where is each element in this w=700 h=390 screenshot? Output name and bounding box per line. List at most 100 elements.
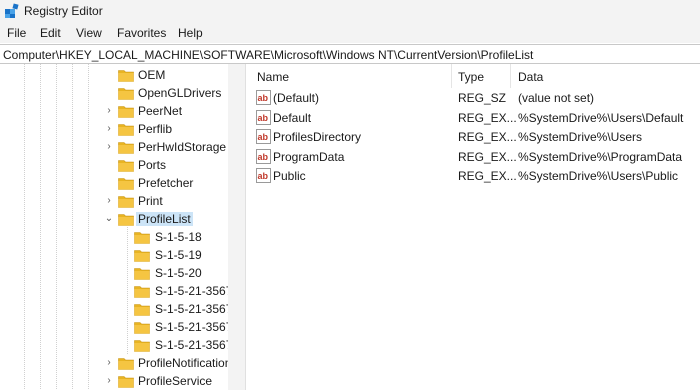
string-value-icon: ab [256,109,271,125]
tree-item[interactable]: S-1-5-21-3567 [0,319,228,337]
chevron-right-icon[interactable]: › [104,104,114,118]
tree-item[interactable]: › ProfileService [0,373,228,390]
tree-item-label: S-1-5-19 [155,248,202,262]
folder-icon [118,178,134,190]
tree-item[interactable]: › Perflib [0,121,228,139]
tree-item-label: S-1-5-18 [155,230,202,244]
string-value-icon: ab [256,90,271,105]
folder-icon [118,142,134,154]
tree-item[interactable]: S-1-5-21-3567 [0,337,228,355]
value-name: ProfilesDirectory [273,130,362,144]
tree-item-label: S-1-5-20 [155,266,202,280]
address-bar[interactable]: Computer\HKEY_LOCAL_MACHINE\SOFTWARE\Mic… [0,44,700,64]
value-row[interactable]: ab Default REG_EX... %SystemDrive%\Users\De… [250,108,700,128]
folder-icon [134,322,150,334]
folder-icon [118,196,134,208]
value-row[interactable]: ab Public REG_EX... %SystemDrive%\Users\Pub… [250,166,700,186]
chevron-right-icon[interactable]: › [104,374,114,388]
tree-item[interactable]: Prefetcher [0,175,228,193]
svg-text:ab: ab [258,93,269,103]
title-bar: Registry Editor [0,0,700,24]
tree-item[interactable]: OpenGLDrivers [0,85,228,103]
menu-edit[interactable]: Edit [40,26,61,40]
column-header-data[interactable]: Data [518,70,543,84]
folder-icon [134,232,150,244]
svg-text:ab: ab [258,132,269,142]
tree-item-label: PeerNet [138,104,183,118]
folder-icon [134,340,150,352]
folder-icon [134,286,150,298]
tree-item[interactable]: Ports [0,157,228,175]
string-value-icon: ab [256,129,271,144]
tree-item[interactable]: OEM [0,67,228,85]
string-value-icon: ab [256,168,271,183]
tree-item[interactable]: S-1-5-18 [0,229,228,247]
value-data: %SystemDrive%\Users\Public [518,169,679,183]
tree-item-label: PerHwIdStorage [138,140,227,154]
folder-icon [118,160,134,172]
chevron-right-icon[interactable]: › [104,122,114,136]
value-data: %SystemDrive%\Users\Default [518,110,684,125]
folder-icon [118,88,134,100]
window-title: Registry Editor [24,4,103,18]
folder-icon [118,124,134,136]
string-value-icon: ab [256,148,271,164]
value-data: (value not set) [518,91,595,105]
tree-item-label: OEM [138,68,166,82]
chevron-right-icon[interactable]: › [104,194,114,208]
column-header-name[interactable]: Name [257,70,289,84]
tree-item[interactable]: › ProfileNotification [0,355,228,373]
tree-item-label: ProfileService [138,374,213,388]
tree-item[interactable]: ⌄ ProfileList [0,211,228,229]
value-data: %SystemDrive%\Users [518,130,643,144]
column-divider[interactable] [510,64,511,88]
column-divider[interactable] [451,64,452,88]
svg-text:ab: ab [258,113,269,123]
value-name: Public [273,169,306,183]
value-row[interactable]: ab (Default) REG_SZ (value not set) [250,88,700,108]
chevron-right-icon[interactable]: › [104,140,114,154]
value-name: Default [273,110,312,125]
value-name: (Default) [273,91,320,105]
value-type: REG_EX... [458,110,517,125]
registry-editor-icon [5,3,19,18]
tree-item-label: Print [138,194,163,208]
folder-icon [134,250,150,262]
tree-item[interactable]: S-1-5-21-3567 [0,283,228,301]
tree-item[interactable]: › Print [0,193,228,211]
folder-icon [118,358,134,370]
menu-favorites[interactable]: Favorites [117,26,166,40]
value-row[interactable]: ab ProgramData REG_EX... %SystemDrive%\Prog… [250,147,700,167]
svg-text:ab: ab [258,152,269,162]
column-header-type[interactable]: Type [458,70,484,84]
tree-item-label: S-1-5-21-3567 [155,284,228,298]
key-tree[interactable]: OEM OpenGLDrivers › PeerNet › Perflib › PerHwId… [0,64,228,390]
tree-item-label: S-1-5-21-3567 [155,338,228,352]
folder-icon [134,268,150,280]
tree-item-label: OpenGLDrivers [138,86,222,100]
tree-item[interactable]: › PerHwIdStorage [0,139,228,157]
tree-item-label: S-1-5-21-3567 [155,302,228,316]
menu-help[interactable]: Help [178,26,203,40]
tree-item-label: ProfileNotification [138,356,228,370]
tree-item-label: Perflib [138,122,173,136]
value-type: REG_SZ [458,91,507,105]
value-type: REG_EX... [458,169,517,183]
tree-item[interactable]: › PeerNet [0,103,228,121]
tree-item-label: ProfileList [136,212,193,226]
address-path[interactable]: Computer\HKEY_LOCAL_MACHINE\SOFTWARE\Mic… [3,48,533,62]
tree-item-label: Prefetcher [138,176,194,190]
tree-item[interactable]: S-1-5-20 [0,265,228,283]
value-type: REG_EX... [458,130,517,144]
value-row[interactable]: ab ProfilesDirectory REG_EX... %SystemDrive… [250,127,700,147]
value-data: %SystemDrive%\ProgramData [518,149,683,164]
chevron-right-icon[interactable]: › [104,356,114,370]
chevron-down-icon[interactable]: ⌄ [104,212,114,226]
tree-item[interactable]: S-1-5-21-3567 [0,301,228,319]
tree-item[interactable]: S-1-5-19 [0,247,228,265]
folder-icon [118,376,134,388]
menu-view[interactable]: View [76,26,102,40]
tree-scrollbar[interactable] [228,64,245,390]
values-list[interactable]: Name Type Data ab (Default) REG_SZ (value n… [250,64,700,390]
menu-file[interactable]: File [7,26,26,40]
